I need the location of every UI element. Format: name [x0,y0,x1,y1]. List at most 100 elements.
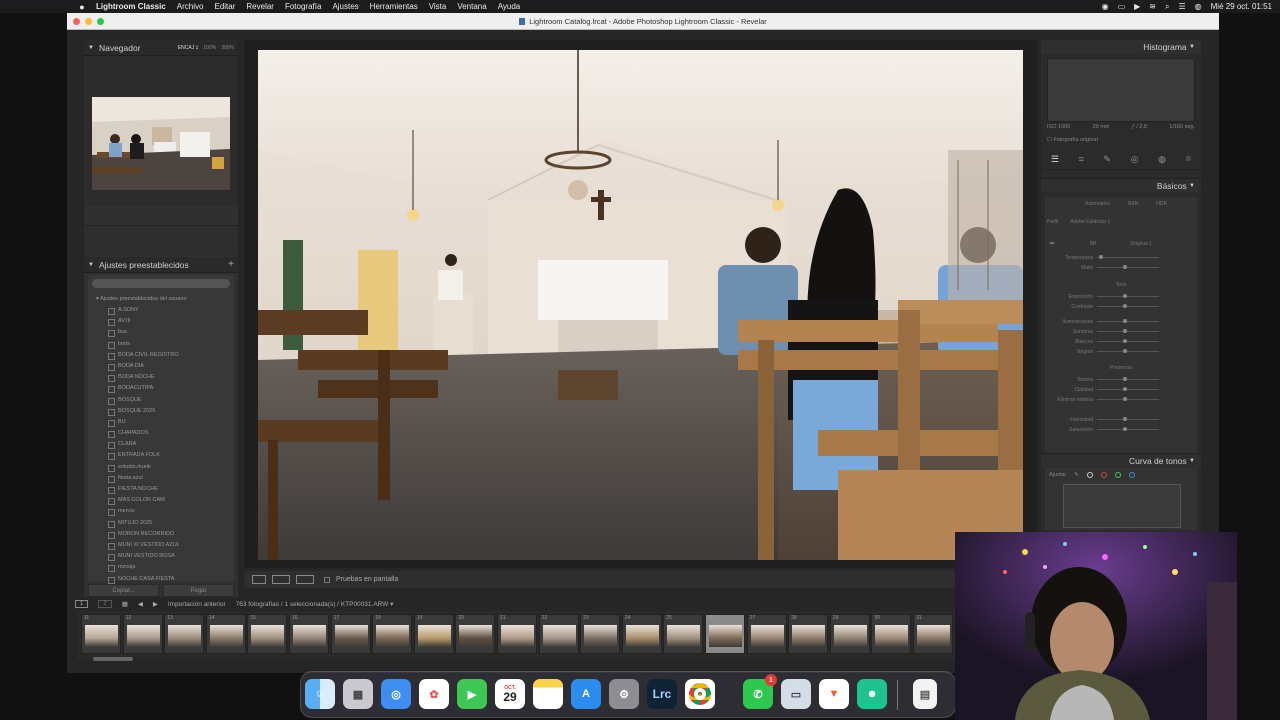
preset-item[interactable]: MUNI VESTIDO ROSA [88,551,234,562]
slider-knob[interactable] [1123,265,1127,269]
preset-item[interactable]: BODACUTIPA [88,383,234,394]
masking-icon[interactable]: ◍ [1158,154,1166,165]
photo-canvas[interactable] [244,40,1037,568]
filmstrip-thumbnail[interactable]: 19 [413,614,454,654]
search-icon[interactable]: ⌕ [1165,2,1169,12]
main-photo[interactable] [258,50,1023,560]
preset-item[interactable]: A.SONY [88,305,234,316]
preset-item[interactable]: MORON RECORRIDO [88,529,234,540]
preset-item[interactable]: CLARA [88,439,234,450]
slider-whites[interactable]: Blancos [1045,337,1197,346]
chrome-icon[interactable] [685,679,715,709]
slider-track[interactable] [1097,294,1159,298]
slider-knob[interactable] [1123,397,1127,401]
clock[interactable]: Mié 29 oct. 01:51 [1211,2,1272,11]
tab-bw[interactable]: B&N [1128,201,1138,207]
curve-blue-icon[interactable] [1128,472,1135,478]
menu-editar[interactable]: Editar [214,2,235,11]
menu-revelar[interactable]: Revelar [246,2,274,11]
filmstrip-thumbnail[interactable]: 12 [122,614,163,654]
slider-track[interactable] [1097,349,1159,353]
apple-menu-icon[interactable]: ● [76,2,88,12]
finder-icon[interactable]: ☺ [305,679,335,709]
control-center-icon[interactable]: ☰ [1178,2,1185,11]
add-preset-icon[interactable]: + [228,259,234,270]
wb-select[interactable]: Original ‡ [1130,241,1151,247]
slider-blacks[interactable]: Negros [1045,347,1197,356]
preview-app-icon[interactable]: ▭ [781,679,811,709]
original-photo-toggle[interactable]: ☐ Fotografía original [1047,137,1098,143]
preset-item[interactable]: BODA CIVIL REGISTRO [88,350,234,361]
slider-contrast[interactable]: Contraste [1045,302,1197,311]
tone-curve-header[interactable]: Curva de tonos ▼ [1041,453,1201,467]
slider-dehaze[interactable]: Eliminar neblina [1045,395,1197,404]
presets-header[interactable]: ▼ Ajustes preestablecidos + [84,257,238,273]
slider-knob[interactable] [1099,255,1103,259]
filmstrip-thumbnail[interactable]: 11 [81,614,121,654]
safari-icon[interactable]: ◎ [381,679,411,709]
menu-vista[interactable]: Vista [429,2,447,11]
slider-knob[interactable] [1123,377,1127,381]
filmstrip-thumbnail[interactable]: 21 [497,614,537,654]
menu-herramientas[interactable]: Herramientas [370,2,418,11]
filmstrip-thumbnail[interactable]: 17 [330,614,371,654]
menu-ayuda[interactable]: Ayuda [498,2,521,11]
healing-icon[interactable]: ✎ [1103,154,1111,165]
histogram-display[interactable] [1047,58,1195,122]
preset-item[interactable]: fiesta azul [88,473,234,484]
softproof-checkbox[interactable] [324,576,330,583]
basic-header[interactable]: Básicos ▼ [1041,178,1201,192]
filmstrip-thumbnail[interactable]: 23 [580,614,621,654]
document-icon[interactable]: ▤ [913,679,937,709]
preset-item[interactable]: BU [88,417,234,428]
preset-item[interactable]: MITUJO 2025 [88,518,234,529]
photos-icon[interactable]: ✿ [419,679,449,709]
zoom-100-option[interactable]: 100% [203,45,216,51]
preset-item[interactable]: FIESTA NOCHE [88,484,234,495]
bot-app-icon[interactable]: ☻ [857,679,887,709]
system-settings-icon[interactable]: ⚙ [609,679,639,709]
slider-texture[interactable]: Textura [1045,375,1197,384]
screen-record-icon[interactable]: ◉ [1102,2,1109,11]
curve-red-icon[interactable] [1100,472,1107,478]
slider-track[interactable] [1097,255,1159,259]
filmstrip-info[interactable]: 763 fotografías / 1 seleccionada(s) / KT… [236,600,394,608]
before-after-swap-icon[interactable] [296,575,314,584]
tab-auto[interactable]: Automático [1085,201,1110,207]
monitor-2-button[interactable]: 2 [98,600,112,608]
filmstrip-thumbnail[interactable]: 18 [372,614,413,654]
slider-knob[interactable] [1123,304,1127,308]
slider-knob[interactable] [1123,417,1127,421]
preset-group[interactable]: ▾ Ajustes preestablecidos del usuario [88,294,234,305]
filmstrip-thumbnail[interactable]: 16 [289,614,329,654]
tab-hdr[interactable]: HDR [1156,201,1167,207]
slider-knob[interactable] [1123,349,1127,353]
preset-item[interactable]: bus [88,327,234,338]
slider-knob[interactable] [1123,339,1127,343]
history-panel-collapsed[interactable] [84,225,238,255]
minimize-window-button[interactable] [85,18,92,25]
calendar-icon[interactable]: OCT. 29 [495,679,525,709]
forward-arrow-icon[interactable]: ▶ [153,600,158,608]
slider-exposure[interactable]: Exposición [1045,292,1197,301]
grid-view-icon[interactable]: ▦ [122,600,128,608]
edit-sliders-icon[interactable]: ☰ [1051,154,1059,165]
lightroom-classic-icon[interactable]: Lrc [647,679,677,709]
preset-item[interactable]: CHAPADOS [88,428,234,439]
curve-green-icon[interactable] [1114,472,1121,478]
slider-track[interactable] [1097,417,1159,421]
launchpad-icon[interactable]: ▦ [343,679,373,709]
presets-icon[interactable]: ⌾ [1186,154,1191,165]
slider-knob[interactable] [1123,387,1127,391]
menu-app-name[interactable]: Lightroom Classic [96,2,166,11]
slider-vibrance[interactable]: Intensidad [1045,415,1197,424]
notes-icon[interactable] [533,679,563,709]
slider-clarity[interactable]: Claridad [1045,385,1197,394]
filmstrip-thumbnail[interactable]: 29 [829,614,870,654]
wifi-icon[interactable]: ≋ [1149,2,1156,11]
profile-select[interactable]: Adobe Estándar ‡ [1070,219,1110,225]
menu-ajustes[interactable]: Ajustes [332,2,358,11]
filmstrip-thumbnail[interactable]: 24 [621,614,662,654]
filmstrip-thumbnail[interactable]: 26 [705,614,745,654]
slider-track[interactable] [1097,377,1159,381]
